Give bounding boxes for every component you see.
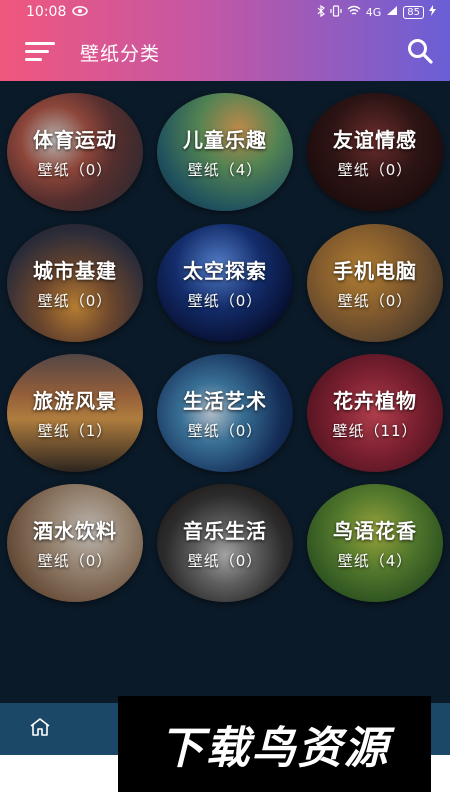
app-bar: 壁纸分类 — [0, 24, 450, 81]
watermark-text: 下载鸟资源 — [159, 723, 390, 774]
category-count: 壁纸（0） — [37, 161, 113, 179]
status-left: 10:08 — [26, 4, 89, 20]
category-name: 手机电脑 — [333, 259, 417, 283]
category-name: 城市基建 — [33, 259, 117, 283]
category-item-city[interactable]: 城市基建 壁纸（0） — [7, 224, 143, 342]
category-name: 儿童乐趣 — [183, 128, 267, 152]
category-grid: 体育运动 壁纸（0） 儿童乐趣 壁纸（4） 友谊情感 壁纸（0） 城市基建 壁纸… — [0, 81, 450, 703]
category-item-sports[interactable]: 体育运动 壁纸（0） — [7, 93, 143, 211]
category-name: 太空探索 — [183, 259, 267, 283]
category-item-friendship[interactable]: 友谊情感 壁纸（0） — [307, 93, 443, 211]
category-count: 壁纸（0） — [337, 292, 413, 310]
category-name: 鸟语花香 — [333, 519, 417, 543]
category-item-travel[interactable]: 旅游风景 壁纸（1） — [7, 354, 143, 472]
category-item-birds[interactable]: 鸟语花香 壁纸（4） — [307, 484, 443, 602]
category-name: 体育运动 — [33, 128, 117, 152]
category-item-flowers[interactable]: 花卉植物 壁纸（11） — [307, 354, 443, 472]
eye-icon — [72, 4, 89, 20]
category-count: 壁纸（0） — [337, 161, 413, 179]
page-title: 壁纸分类 — [80, 43, 161, 65]
menu-icon — [25, 40, 55, 66]
menu-button[interactable] — [0, 24, 80, 81]
charging-icon — [429, 5, 436, 19]
category-count: 壁纸（0） — [37, 292, 113, 310]
category-name: 生活艺术 — [183, 389, 267, 413]
category-name: 旅游风景 — [33, 389, 117, 413]
category-count: 壁纸（4） — [337, 552, 413, 570]
nav-home-button[interactable] — [0, 703, 80, 755]
search-icon — [407, 38, 433, 68]
category-name: 音乐生活 — [183, 519, 267, 543]
wifi-icon — [347, 5, 361, 19]
category-count: 壁纸（0） — [187, 292, 263, 310]
status-right: 4G 85 — [317, 4, 436, 20]
bluetooth-icon — [317, 4, 325, 20]
vibrate-icon — [330, 4, 342, 20]
category-item-devices[interactable]: 手机电脑 壁纸（0） — [307, 224, 443, 342]
home-icon — [29, 717, 51, 741]
category-count: 壁纸（0） — [37, 552, 113, 570]
category-name: 友谊情感 — [333, 128, 417, 152]
category-item-drinks[interactable]: 酒水饮料 壁纸（0） — [7, 484, 143, 602]
category-count: 壁纸（4） — [187, 161, 263, 179]
category-name: 酒水饮料 — [33, 519, 117, 543]
category-count: 壁纸（0） — [187, 422, 263, 440]
network-type: 4G — [365, 5, 382, 19]
category-count: 壁纸（0） — [187, 552, 263, 570]
category-item-kids[interactable]: 儿童乐趣 壁纸（4） — [157, 93, 293, 211]
category-item-art[interactable]: 生活艺术 壁纸（0） — [157, 354, 293, 472]
category-item-music[interactable]: 音乐生活 壁纸（0） — [157, 484, 293, 602]
category-item-space[interactable]: 太空探索 壁纸（0） — [157, 224, 293, 342]
status-bar: 10:08 4G 85 — [0, 0, 450, 24]
category-count: 壁纸（1） — [37, 422, 113, 440]
battery-level: 85 — [403, 5, 424, 19]
status-time: 10:08 — [26, 4, 67, 20]
signal-icon — [386, 5, 398, 19]
category-name: 花卉植物 — [333, 389, 417, 413]
category-count: 壁纸（11） — [332, 422, 418, 440]
watermark-banner: 下载鸟资源 — [118, 696, 431, 792]
search-button[interactable] — [390, 24, 450, 81]
